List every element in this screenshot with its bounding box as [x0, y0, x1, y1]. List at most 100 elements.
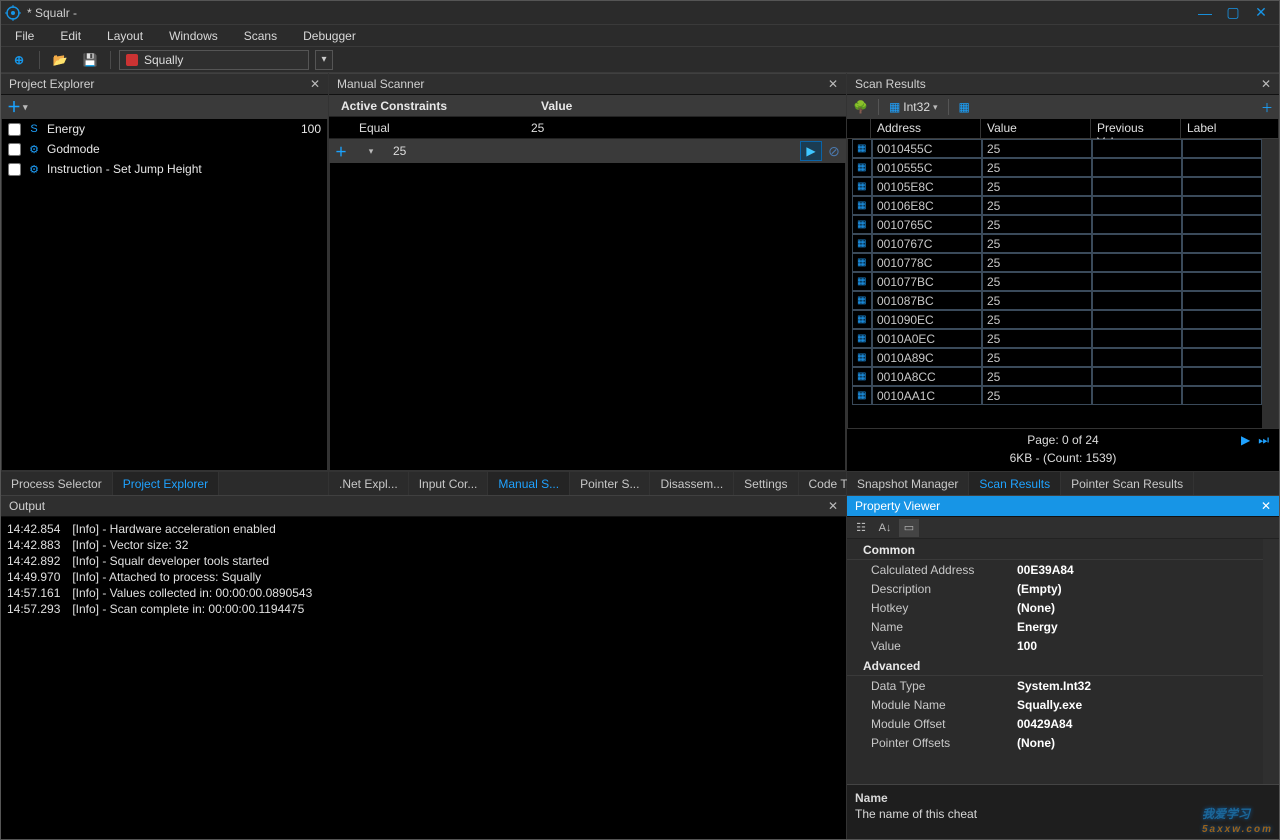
menu-layout[interactable]: Layout: [101, 27, 149, 45]
alphabetical-icon[interactable]: A↓: [875, 519, 895, 537]
item-checkbox[interactable]: [8, 123, 21, 136]
tab[interactable]: Pointer S...: [570, 472, 650, 495]
tab[interactable]: Settings: [734, 472, 798, 495]
project-explorer-header[interactable]: Project Explorer ✕: [1, 73, 328, 95]
close-icon[interactable]: ✕: [828, 77, 838, 91]
process-dropdown-icon[interactable]: ▾: [315, 50, 333, 70]
close-icon[interactable]: ✕: [310, 77, 320, 91]
last-page-icon[interactable]: ⏭: [1258, 433, 1269, 448]
property-row[interactable]: Description (Empty): [847, 579, 1263, 598]
menu-debugger[interactable]: Debugger: [297, 27, 362, 45]
property-group-header[interactable]: Common: [847, 539, 1263, 560]
property-row[interactable]: Module Name Squally.exe: [847, 695, 1263, 714]
maximize-button[interactable]: ▢: [1219, 5, 1247, 21]
start-scan-button[interactable]: ▶: [800, 141, 822, 161]
manual-scanner-header[interactable]: Manual Scanner ✕: [329, 73, 846, 95]
result-row[interactable]: ▦ 001077BC 25: [848, 272, 1262, 291]
scan-value-input[interactable]: 25: [389, 144, 800, 158]
process-selector[interactable]: Squally: [119, 50, 309, 70]
result-row[interactable]: ▦ 0010767C 25: [848, 234, 1262, 253]
item-checkbox[interactable]: [8, 163, 21, 176]
result-row[interactable]: ▦ 0010765C 25: [848, 215, 1262, 234]
property-row[interactable]: Calculated Address 00E39A84: [847, 560, 1263, 579]
result-row[interactable]: ▦ 001087BC 25: [848, 291, 1262, 310]
vertical-scrollbar[interactable]: [1262, 139, 1278, 428]
property-row[interactable]: Value 100: [847, 636, 1263, 655]
menu-scans[interactable]: Scans: [238, 27, 283, 45]
property-pages-icon[interactable]: ▭: [899, 519, 919, 537]
result-row[interactable]: ▦ 00106E8C 25: [848, 196, 1262, 215]
result-row[interactable]: ▦ 0010455C 25: [848, 139, 1262, 158]
tab[interactable]: Process Selector: [1, 472, 113, 495]
property-value[interactable]: (None): [1017, 598, 1263, 617]
result-row[interactable]: ▦ 0010A0EC 25: [848, 329, 1262, 348]
minimize-button[interactable]: —: [1191, 5, 1219, 21]
result-row[interactable]: ▦ 0010555C 25: [848, 158, 1262, 177]
property-value[interactable]: Squally.exe: [1017, 695, 1263, 714]
close-icon[interactable]: ✕: [1261, 499, 1271, 513]
close-icon[interactable]: ✕: [828, 499, 838, 513]
tab[interactable]: Disassem...: [650, 472, 734, 495]
tab[interactable]: Project Explorer: [113, 472, 219, 495]
item-checkbox[interactable]: [8, 143, 21, 156]
property-value[interactable]: 00429A84: [1017, 714, 1263, 733]
property-row[interactable]: Module Offset 00429A84: [847, 714, 1263, 733]
property-row[interactable]: Name Energy: [847, 617, 1263, 636]
tab[interactable]: Manual S...: [488, 472, 570, 495]
add-result-button[interactable]: ＋: [1261, 99, 1273, 116]
project-item[interactable]: S Energy 100: [2, 119, 327, 139]
tab[interactable]: Snapshot Manager: [847, 472, 969, 495]
scan-results-header[interactable]: Scan Results ✕: [847, 73, 1279, 95]
tab[interactable]: .Net Expl...: [329, 472, 409, 495]
property-value[interactable]: 100: [1017, 636, 1263, 655]
result-row[interactable]: ▦ 00105E8C 25: [848, 177, 1262, 196]
add-constraint-button[interactable]: ＋: [329, 140, 353, 162]
next-page-icon[interactable]: ▶: [1241, 433, 1250, 448]
cancel-scan-icon[interactable]: ⊘: [822, 143, 846, 160]
col-previous-value[interactable]: Previous Value: [1091, 119, 1181, 138]
property-value[interactable]: Energy: [1017, 617, 1263, 636]
property-value[interactable]: (None): [1017, 733, 1263, 752]
col-address[interactable]: Address: [871, 119, 981, 138]
open-icon[interactable]: 📂: [48, 50, 72, 70]
result-row[interactable]: ▦ 0010778C 25: [848, 253, 1262, 272]
output-header[interactable]: Output ✕: [1, 495, 846, 517]
col-label[interactable]: Label: [1181, 119, 1279, 138]
tab[interactable]: Input Cor...: [409, 472, 489, 495]
property-row[interactable]: Data Type System.Int32: [847, 676, 1263, 695]
menu-windows[interactable]: Windows: [163, 27, 224, 45]
output-log[interactable]: 14:42.854 [Info] - Hardware acceleration…: [1, 517, 846, 839]
project-item[interactable]: ⚙ Instruction - Set Jump Height: [2, 159, 327, 179]
property-row[interactable]: Hotkey (None): [847, 598, 1263, 617]
tab[interactable]: Scan Results: [969, 472, 1061, 495]
data-type-selector[interactable]: ▦ Int32 ▾: [889, 100, 938, 114]
results-rows: ▦ 0010455C 25 ▦ 0010555C 25 ▦ 00105E8C 2…: [848, 139, 1262, 428]
menu-edit[interactable]: Edit: [54, 27, 87, 45]
target-new-icon[interactable]: ⊕: [7, 50, 31, 70]
result-row[interactable]: ▦ 0010A8CC 25: [848, 367, 1262, 386]
titlebar[interactable]: * Squalr - — ▢ ✕: [1, 1, 1279, 25]
property-value[interactable]: (Empty): [1017, 579, 1263, 598]
project-item[interactable]: ⚙ Godmode: [2, 139, 327, 159]
columns-icon[interactable]: ▦: [959, 100, 970, 114]
result-row[interactable]: ▦ 0010A89C 25: [848, 348, 1262, 367]
col-value[interactable]: Value: [981, 119, 1091, 138]
property-group-header[interactable]: Advanced: [847, 655, 1263, 676]
constraint-type-dropdown[interactable]: ▾: [353, 146, 389, 157]
save-icon[interactable]: 💾: [78, 50, 102, 70]
property-value[interactable]: System.Int32: [1017, 676, 1263, 695]
result-row[interactable]: ▦ 0010AA1C 25: [848, 386, 1262, 405]
tree-view-icon[interactable]: 🌳: [853, 100, 868, 114]
property-row[interactable]: Pointer Offsets (None): [847, 733, 1263, 752]
vertical-scrollbar[interactable]: [1263, 539, 1279, 784]
close-icon[interactable]: ✕: [1261, 77, 1271, 91]
add-item-button[interactable]: ＋▾: [7, 97, 28, 117]
menu-file[interactable]: File: [9, 27, 40, 45]
constraint-row[interactable]: Equal 25: [329, 117, 846, 139]
categorized-icon[interactable]: ☷: [851, 519, 871, 537]
tab[interactable]: Pointer Scan Results: [1061, 472, 1194, 495]
close-button[interactable]: ✕: [1247, 5, 1275, 21]
property-value[interactable]: 00E39A84: [1017, 560, 1263, 579]
result-row[interactable]: ▦ 001090EC 25: [848, 310, 1262, 329]
property-viewer-header[interactable]: Property Viewer ✕: [847, 495, 1279, 517]
